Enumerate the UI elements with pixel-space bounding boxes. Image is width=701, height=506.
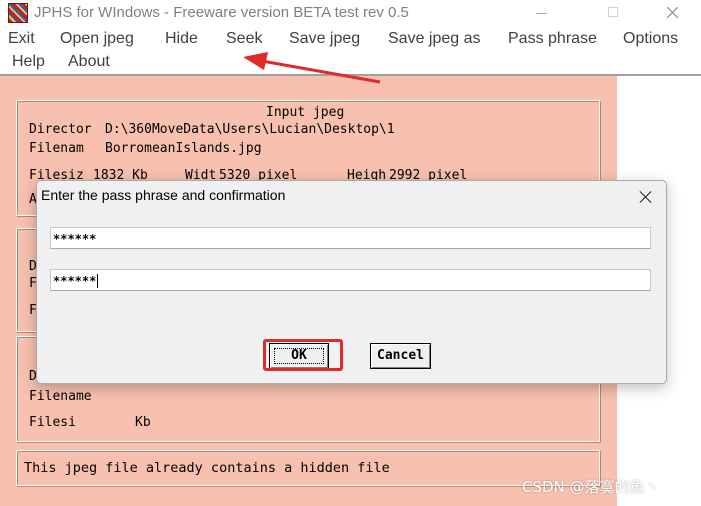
arrow-shaft [261, 59, 381, 84]
text-caret [97, 274, 99, 288]
pass-phrase-dialog: Enter the pass phrase and confirmation *… [36, 180, 667, 384]
cancel-button-label: Cancel [377, 348, 424, 363]
arrow-head [243, 52, 268, 70]
dialog-title: Enter the pass phrase and confirmation [41, 187, 286, 203]
cancel-button[interactable]: Cancel [370, 343, 431, 369]
close-icon[interactable] [635, 187, 657, 209]
pass-phrase-value: ****** [53, 232, 97, 246]
confirmation-value: ****** [53, 274, 97, 288]
pass-phrase-input[interactable]: ****** [50, 227, 651, 249]
confirmation-input[interactable]: ****** [50, 269, 651, 291]
watermark: CSDN @落寞的魚丶 [522, 478, 660, 496]
ok-highlight-box [263, 339, 343, 371]
